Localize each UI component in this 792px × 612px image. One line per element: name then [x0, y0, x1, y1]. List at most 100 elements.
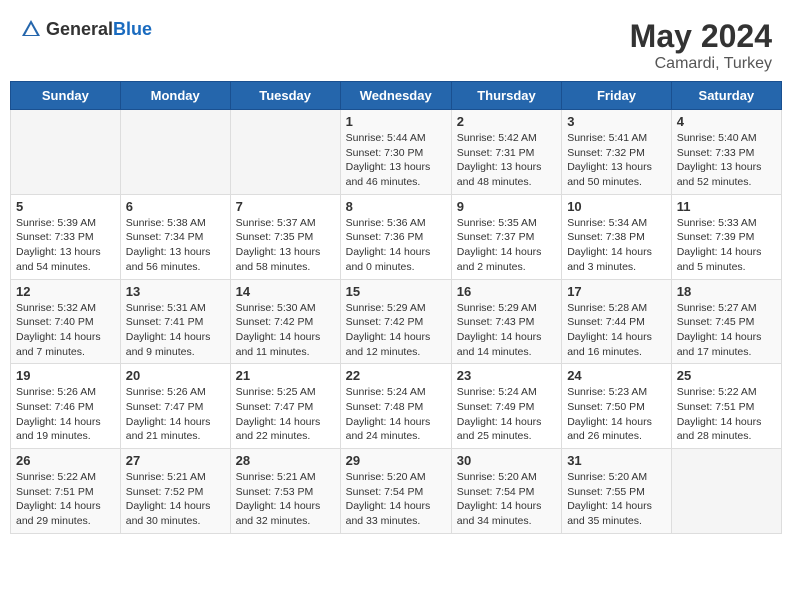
calendar-cell: 28Sunrise: 5:21 AM Sunset: 7:53 PM Dayli… [230, 449, 340, 534]
cell-content: Sunrise: 5:24 AM Sunset: 7:48 PM Dayligh… [346, 385, 446, 444]
cell-content: Sunrise: 5:34 AM Sunset: 7:38 PM Dayligh… [567, 216, 666, 275]
cell-content: Sunrise: 5:41 AM Sunset: 7:32 PM Dayligh… [567, 131, 666, 190]
calendar-cell: 1 Sunrise: 5:44 AM Sunset: 7:30 PM Daylig… [340, 110, 451, 195]
cell-content: Sunrise: 5:30 AM Sunset: 7:42 PM Dayligh… [236, 301, 335, 360]
cell-content: Sunrise: 5:26 AM Sunset: 7:47 PM Dayligh… [126, 385, 225, 444]
cell-content: Sunrise: 5:27 AM Sunset: 7:45 PM Dayligh… [677, 301, 776, 360]
day-number: 16 [457, 284, 556, 299]
day-number: 19 [16, 368, 115, 383]
month-year: May 2024 [630, 18, 772, 55]
calendar-cell: 27Sunrise: 5:21 AM Sunset: 7:52 PM Dayli… [120, 449, 230, 534]
location: Camardi, Turkey [630, 55, 772, 73]
day-number: 18 [677, 284, 776, 299]
day-header: Thursday [451, 82, 561, 110]
day-number: 26 [16, 453, 115, 468]
calendar-cell: 16 Sunrise: 5:29 AM Sunset: 7:43 PM Dayli… [451, 279, 561, 364]
calendar-cell: 11Sunrise: 5:33 AM Sunset: 7:39 PM Dayli… [671, 194, 781, 279]
calendar-cell: 7 Sunrise: 5:37 AM Sunset: 7:35 PM Daylig… [230, 194, 340, 279]
day-number: 23 [457, 368, 556, 383]
calendar-week-row: 19 Sunrise: 5:26 AM Sunset: 7:46 PM Dayli… [11, 364, 782, 449]
calendar-cell: 8Sunrise: 5:36 AM Sunset: 7:36 PM Daylig… [340, 194, 451, 279]
calendar-cell: 3 Sunrise: 5:41 AM Sunset: 7:32 PM Daylig… [562, 110, 672, 195]
cell-content: Sunrise: 5:39 AM Sunset: 7:33 PM Dayligh… [16, 216, 115, 275]
calendar-cell: 17Sunrise: 5:28 AM Sunset: 7:44 PM Dayli… [562, 279, 672, 364]
cell-content: Sunrise: 5:25 AM Sunset: 7:47 PM Dayligh… [236, 385, 335, 444]
calendar-week-row: 26 Sunrise: 5:22 AM Sunset: 7:51 PM Dayli… [11, 449, 782, 534]
day-number: 27 [126, 453, 225, 468]
day-header: Saturday [671, 82, 781, 110]
calendar-cell: 4Sunrise: 5:40 AM Sunset: 7:33 PM Daylig… [671, 110, 781, 195]
day-header: Friday [562, 82, 672, 110]
calendar-cell: 13Sunrise: 5:31 AM Sunset: 7:41 PM Dayli… [120, 279, 230, 364]
cell-content: Sunrise: 5:29 AM Sunset: 7:43 PM Dayligh… [457, 301, 556, 360]
calendar-cell: 19 Sunrise: 5:26 AM Sunset: 7:46 PM Dayli… [11, 364, 121, 449]
cell-content: Sunrise: 5:22 AM Sunset: 7:51 PM Dayligh… [677, 385, 776, 444]
day-number: 12 [16, 284, 115, 299]
cell-content: Sunrise: 5:35 AM Sunset: 7:37 PM Dayligh… [457, 216, 556, 275]
day-header: Wednesday [340, 82, 451, 110]
calendar-cell: 22 Sunrise: 5:24 AM Sunset: 7:48 PM Dayli… [340, 364, 451, 449]
day-number: 5 [16, 199, 115, 214]
cell-content: Sunrise: 5:37 AM Sunset: 7:35 PM Dayligh… [236, 216, 335, 275]
day-number: 6 [126, 199, 225, 214]
day-number: 8 [346, 199, 446, 214]
day-number: 24 [567, 368, 666, 383]
cell-content: Sunrise: 5:20 AM Sunset: 7:54 PM Dayligh… [457, 470, 556, 529]
cell-content: Sunrise: 5:44 AM Sunset: 7:30 PM Dayligh… [346, 131, 446, 190]
calendar-cell: 23 Sunrise: 5:24 AM Sunset: 7:49 PM Dayli… [451, 364, 561, 449]
calendar-cell: 29 Sunrise: 5:20 AM Sunset: 7:54 PM Dayli… [340, 449, 451, 534]
cell-content: Sunrise: 5:31 AM Sunset: 7:41 PM Dayligh… [126, 301, 225, 360]
day-number: 10 [567, 199, 666, 214]
calendar-table: SundayMondayTuesdayWednesdayThursdayFrid… [10, 81, 782, 534]
calendar-cell [671, 449, 781, 534]
day-number: 4 [677, 114, 776, 129]
calendar-week-row: 1 Sunrise: 5:44 AM Sunset: 7:30 PM Daylig… [11, 110, 782, 195]
day-header: Sunday [11, 82, 121, 110]
cell-content: Sunrise: 5:20 AM Sunset: 7:54 PM Dayligh… [346, 470, 446, 529]
cell-content: Sunrise: 5:23 AM Sunset: 7:50 PM Dayligh… [567, 385, 666, 444]
day-number: 31 [567, 453, 666, 468]
calendar-cell: 21Sunrise: 5:25 AM Sunset: 7:47 PM Dayli… [230, 364, 340, 449]
calendar-cell: 2Sunrise: 5:42 AM Sunset: 7:31 PM Daylig… [451, 110, 561, 195]
day-number: 30 [457, 453, 556, 468]
cell-content: Sunrise: 5:42 AM Sunset: 7:31 PM Dayligh… [457, 131, 556, 190]
cell-content: Sunrise: 5:22 AM Sunset: 7:51 PM Dayligh… [16, 470, 115, 529]
cell-content: Sunrise: 5:38 AM Sunset: 7:34 PM Dayligh… [126, 216, 225, 275]
calendar-cell: 18 Sunrise: 5:27 AM Sunset: 7:45 PM Dayli… [671, 279, 781, 364]
day-number: 1 [346, 114, 446, 129]
cell-content: Sunrise: 5:29 AM Sunset: 7:42 PM Dayligh… [346, 301, 446, 360]
cell-content: Sunrise: 5:26 AM Sunset: 7:46 PM Dayligh… [16, 385, 115, 444]
day-number: 29 [346, 453, 446, 468]
calendar-cell [11, 110, 121, 195]
calendar-cell: 30 Sunrise: 5:20 AM Sunset: 7:54 PM Dayli… [451, 449, 561, 534]
logo: GeneralBlue [20, 18, 152, 40]
calendar-header: GeneralBlue May 2024 Camardi, Turkey [10, 10, 782, 81]
day-number: 7 [236, 199, 335, 214]
calendar-cell: 31 Sunrise: 5:20 AM Sunset: 7:55 PM Dayli… [562, 449, 672, 534]
calendar-header-row: SundayMondayTuesdayWednesdayThursdayFrid… [11, 82, 782, 110]
logo-text-blue: Blue [113, 19, 152, 39]
day-header: Tuesday [230, 82, 340, 110]
calendar-cell [120, 110, 230, 195]
day-number: 17 [567, 284, 666, 299]
day-number: 22 [346, 368, 446, 383]
logo-text-general: General [46, 19, 113, 39]
calendar-cell: 26 Sunrise: 5:22 AM Sunset: 7:51 PM Dayli… [11, 449, 121, 534]
calendar-cell: 12 Sunrise: 5:32 AM Sunset: 7:40 PM Dayli… [11, 279, 121, 364]
cell-content: Sunrise: 5:21 AM Sunset: 7:53 PM Dayligh… [236, 470, 335, 529]
cell-content: Sunrise: 5:24 AM Sunset: 7:49 PM Dayligh… [457, 385, 556, 444]
calendar-week-row: 12 Sunrise: 5:32 AM Sunset: 7:40 PM Dayli… [11, 279, 782, 364]
cell-content: Sunrise: 5:32 AM Sunset: 7:40 PM Dayligh… [16, 301, 115, 360]
logo-icon [20, 18, 42, 40]
calendar-cell: 25Sunrise: 5:22 AM Sunset: 7:51 PM Dayli… [671, 364, 781, 449]
calendar-cell: 15 Sunrise: 5:29 AM Sunset: 7:42 PM Dayli… [340, 279, 451, 364]
calendar-cell: 6 Sunrise: 5:38 AM Sunset: 7:34 PM Daylig… [120, 194, 230, 279]
cell-content: Sunrise: 5:20 AM Sunset: 7:55 PM Dayligh… [567, 470, 666, 529]
day-number: 3 [567, 114, 666, 129]
day-number: 15 [346, 284, 446, 299]
day-number: 14 [236, 284, 335, 299]
calendar-cell: 14 Sunrise: 5:30 AM Sunset: 7:42 PM Dayli… [230, 279, 340, 364]
calendar-cell [230, 110, 340, 195]
cell-content: Sunrise: 5:33 AM Sunset: 7:39 PM Dayligh… [677, 216, 776, 275]
day-number: 20 [126, 368, 225, 383]
